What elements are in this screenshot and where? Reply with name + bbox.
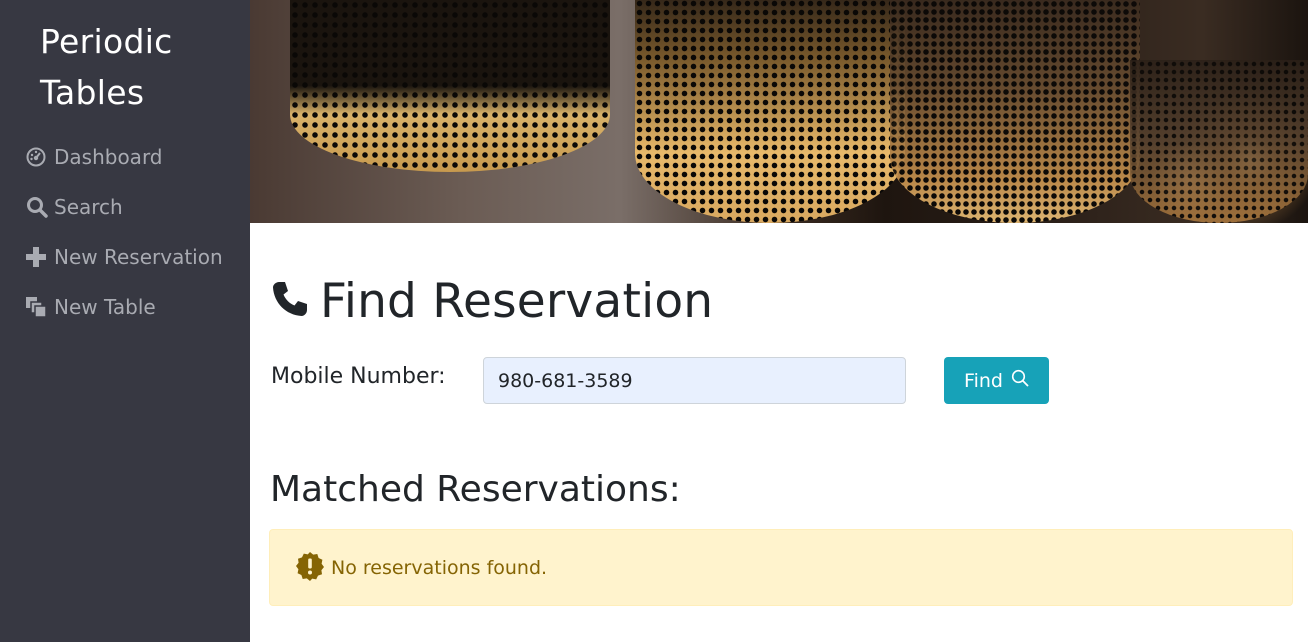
brand-title[interactable]: Periodic Tables — [40, 16, 173, 118]
find-button-label: Find — [964, 369, 1003, 392]
sidebar-item-label: Dashboard — [54, 145, 163, 169]
matched-reservations-heading: Matched Reservations: — [270, 469, 681, 510]
search-icon — [26, 195, 50, 219]
search-icon — [1011, 369, 1029, 392]
find-button[interactable]: Find — [944, 357, 1049, 404]
mobile-number-input[interactable] — [483, 357, 906, 404]
sidebar-item-new-table[interactable]: New Table — [26, 282, 223, 332]
no-results-alert: No reservations found. — [269, 529, 1293, 606]
dashboard-icon — [26, 145, 50, 169]
sidebar-item-search[interactable]: Search — [26, 182, 223, 232]
phone-icon — [270, 279, 310, 323]
sidebar-item-label: New Reservation — [54, 245, 223, 269]
sidebar-nav: Dashboard Search New Reservation New Tab… — [26, 132, 223, 332]
sidebar-item-dashboard[interactable]: Dashboard — [26, 132, 223, 182]
page-title: Find Reservation — [270, 271, 713, 331]
exclamation-icon — [295, 551, 325, 585]
mobile-number-label: Mobile Number: — [271, 364, 446, 389]
brand-line-1: Periodic — [40, 22, 173, 61]
hero-image — [250, 0, 1308, 223]
sidebar-item-label: Search — [54, 195, 123, 219]
lamp-shade — [1130, 60, 1308, 223]
find-reservation-form: Mobile Number: Find — [270, 357, 1070, 405]
lamp-shade — [290, 0, 610, 172]
sidebar: Periodic Tables Dashboard Search New Res… — [0, 0, 250, 642]
page-title-text: Find Reservation — [320, 273, 714, 329]
brand-line-2: Tables — [40, 73, 145, 112]
layers-icon — [26, 295, 50, 319]
lamp-shade — [635, 0, 905, 223]
plus-icon — [26, 245, 50, 269]
sidebar-item-label: New Table — [54, 295, 156, 319]
lamp-shade — [890, 0, 1140, 223]
alert-text: No reservations found. — [331, 556, 548, 579]
sidebar-item-new-reservation[interactable]: New Reservation — [26, 232, 223, 282]
